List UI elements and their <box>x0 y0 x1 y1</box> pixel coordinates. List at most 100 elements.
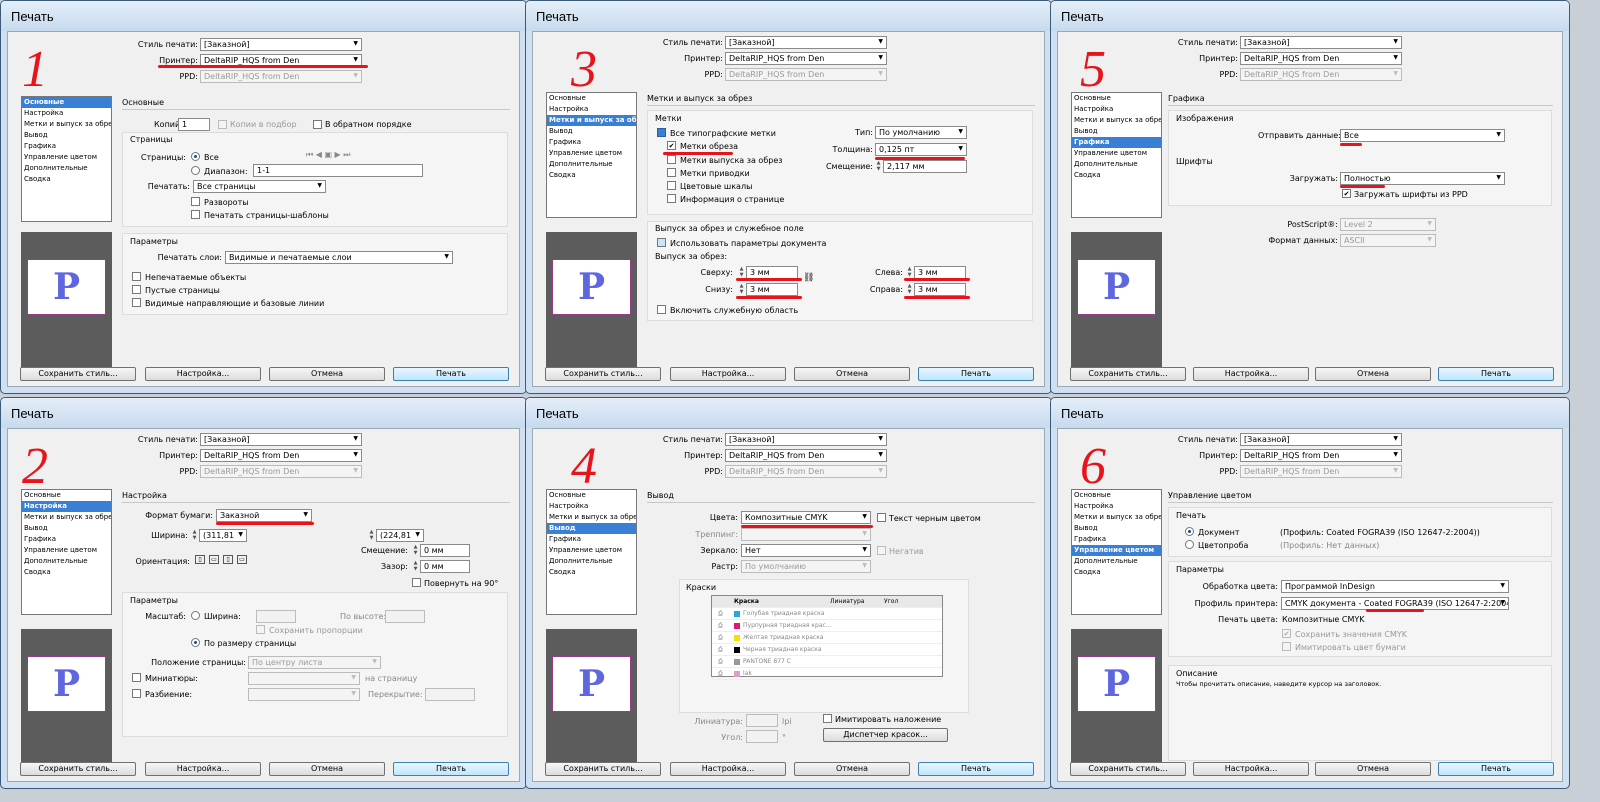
spreads-checkbox[interactable] <box>191 197 200 206</box>
simulate-paper-checkbox[interactable] <box>1282 642 1291 651</box>
ppd-select[interactable]: DeltaRIP_HQS from Den <box>725 465 887 478</box>
nav-item-graphics[interactable]: Графика <box>22 141 111 152</box>
printer-select[interactable]: DeltaRIP_HQS from Den <box>1240 52 1402 65</box>
cancel-button[interactable]: Отмена <box>269 367 385 381</box>
ppd-select[interactable]: DeltaRIP_HQS from Den <box>200 465 362 478</box>
cancel-button[interactable]: Отмена <box>794 367 910 381</box>
width-select[interactable]: (311,81 <box>199 529 247 542</box>
screen-select[interactable]: По умолчанию <box>741 560 871 573</box>
printer-icon[interactable]: ⎙ <box>718 644 723 656</box>
offset-input[interactable]: 0 мм <box>420 544 470 557</box>
black-text-checkbox[interactable] <box>877 513 886 522</box>
weight-select[interactable]: 0,125 пт <box>875 143 967 156</box>
nav-item-marks[interactable]: Метки и выпуск за обрез <box>1072 115 1161 126</box>
negative-checkbox[interactable] <box>877 546 886 555</box>
offset-spinner[interactable]: ▲ ▼ <box>875 160 882 173</box>
nav-item-advanced[interactable]: Дополнительные <box>22 163 111 174</box>
data-format-select[interactable]: ASCII <box>1340 234 1436 247</box>
nav-item-color[interactable]: Управление цветом <box>22 545 111 556</box>
height-select[interactable]: (224,81 <box>376 529 424 542</box>
nav-item-graphics[interactable]: Графика <box>547 534 636 545</box>
print-button[interactable]: Печать <box>1438 762 1554 776</box>
printer-icon[interactable]: ⎙ <box>718 620 723 632</box>
bleed-bottom-input[interactable]: 3 мм <box>746 283 798 296</box>
save-style-button[interactable]: Сохранить стиль... <box>20 367 136 381</box>
copies-input[interactable]: 1 <box>178 118 210 131</box>
document-radio[interactable] <box>1185 527 1194 536</box>
color-handling-select[interactable]: Программой InDesign <box>1281 580 1509 593</box>
rotate-checkbox[interactable] <box>412 578 421 587</box>
nav-item-summary[interactable]: Сводка <box>547 567 636 578</box>
ink-row[interactable]: ⎙ lak <box>712 668 942 680</box>
nav-item-summary[interactable]: Сводка <box>547 170 636 181</box>
scale-height-input[interactable] <box>385 610 425 623</box>
ink-row[interactable]: ⎙ Черная триадная краска <box>712 644 942 656</box>
nav-item-graphics[interactable]: Графика <box>1072 534 1161 545</box>
layers-select[interactable]: Видимые и печатаемые слои <box>225 251 453 264</box>
nav-item-advanced[interactable]: Дополнительные <box>22 556 111 567</box>
category-list[interactable]: Основные Настройка Метки и выпуск за обр… <box>546 489 637 615</box>
category-list[interactable]: Основные Настройка Метки и выпуск за обр… <box>21 489 112 615</box>
proof-radio[interactable] <box>1185 540 1194 549</box>
nav-item-marks[interactable]: Метки и выпуск за обрез <box>547 115 636 126</box>
collate-checkbox[interactable] <box>218 120 227 129</box>
nav-item-basic[interactable]: Основные <box>22 97 111 108</box>
offset-spinner[interactable]: ▲ ▼ <box>412 544 419 557</box>
nav-item-summary[interactable]: Сводка <box>22 174 111 185</box>
blank-checkbox[interactable] <box>132 285 141 294</box>
pages-range-radio[interactable] <box>191 166 200 175</box>
print-button[interactable]: Печать <box>918 367 1034 381</box>
use-doc-bleed-checkbox[interactable] <box>657 238 666 247</box>
nav-item-setup[interactable]: Настройка <box>22 108 111 119</box>
nav-item-output[interactable]: Вывод <box>1072 523 1161 534</box>
nav-item-color[interactable]: Управление цветом <box>547 545 636 556</box>
ink-row[interactable]: ⎙ Желтая триадная краска <box>712 632 942 644</box>
page-nav-icons[interactable]: ⏮ ◀ ▣ ▶ ⏭ <box>306 150 350 160</box>
printer-select[interactable]: DeltaRIP_HQS from Den <box>725 52 887 65</box>
cancel-button[interactable]: Отмена <box>1315 762 1431 776</box>
ppd-fonts-checkbox[interactable]: ✔ <box>1342 189 1351 198</box>
color-select[interactable]: Композитные CMYK <box>741 511 871 524</box>
nav-item-setup[interactable]: Настройка <box>1072 501 1161 512</box>
ink-manager-button[interactable]: Диспетчер красок... <box>823 728 948 742</box>
ink-row[interactable]: ⎙ Пурпурная триадная крас... <box>712 620 942 632</box>
nav-item-advanced[interactable]: Дополнительные <box>547 159 636 170</box>
print-style-select[interactable]: [Заказной] <box>725 36 887 49</box>
category-list[interactable]: Основные Настройка Метки и выпуск за обр… <box>1071 489 1162 615</box>
nav-item-color[interactable]: Управление цветом <box>22 152 111 163</box>
ppd-select[interactable]: DeltaRIP_HQS from Den <box>725 68 887 81</box>
portrait-flip-icon[interactable]: ▯ <box>223 555 233 564</box>
page-info-checkbox[interactable] <box>667 194 676 203</box>
setup-button[interactable]: Настройка... <box>1193 762 1309 776</box>
trapping-select[interactable] <box>741 528 871 541</box>
link-chain-icon[interactable]: ⛓ <box>803 273 814 283</box>
tiling-checkbox[interactable] <box>132 689 141 698</box>
guides-checkbox[interactable] <box>132 298 141 307</box>
ppd-select[interactable]: DeltaRIP_HQS from Den <box>200 70 362 83</box>
save-style-button[interactable]: Сохранить стиль... <box>1070 762 1186 776</box>
cancel-button[interactable]: Отмена <box>1315 367 1431 381</box>
cancel-button[interactable]: Отмена <box>269 762 385 776</box>
ppd-select[interactable]: DeltaRIP_HQS from Den <box>1240 68 1402 81</box>
nav-item-setup[interactable]: Настройка <box>1072 104 1161 115</box>
print-button[interactable]: Печать <box>393 367 509 381</box>
print-style-select[interactable]: [Заказной] <box>1240 36 1402 49</box>
nav-item-marks[interactable]: Метки и выпуск за обрез <box>1072 512 1161 523</box>
height-spinner[interactable]: ▲ ▼ <box>368 529 375 542</box>
simulate-overprint-checkbox[interactable] <box>823 714 832 723</box>
save-style-button[interactable]: Сохранить стиль... <box>545 367 661 381</box>
gap-input[interactable]: 0 мм <box>420 560 470 573</box>
mirror-select[interactable]: Нет <box>741 544 871 557</box>
save-style-button[interactable]: Сохранить стиль... <box>20 762 136 776</box>
print-style-select[interactable]: [Заказной] <box>200 38 362 51</box>
bleed-marks-checkbox[interactable] <box>667 155 676 164</box>
landscape-icon[interactable]: ▭ <box>209 555 219 564</box>
slug-checkbox[interactable] <box>657 305 666 314</box>
setup-button[interactable]: Настройка... <box>670 762 786 776</box>
nav-item-output[interactable]: Вывод <box>547 523 636 534</box>
printer-select[interactable]: DeltaRIP_HQS from Den <box>725 449 887 462</box>
frequency-input[interactable] <box>746 714 778 727</box>
nav-item-marks[interactable]: Метки и выпуск за обрез <box>22 119 111 130</box>
print-button[interactable]: Печать <box>918 762 1034 776</box>
ppd-select[interactable]: DeltaRIP_HQS from Den <box>1240 465 1402 478</box>
